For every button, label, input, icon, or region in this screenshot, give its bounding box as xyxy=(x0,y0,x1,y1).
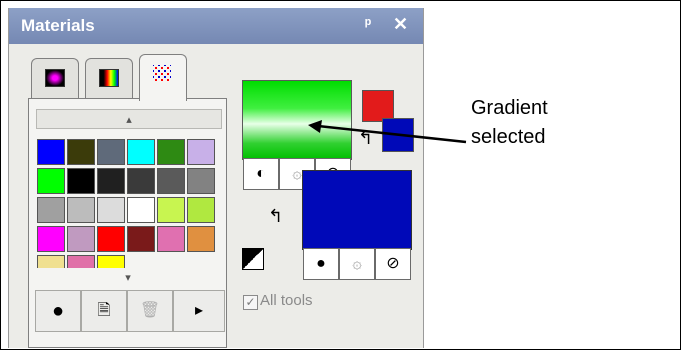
annotation-line-1: Gradient xyxy=(471,97,548,119)
trash-icon: 🗑 xyxy=(139,302,161,319)
bg-transparent-button[interactable]: ⊘ xyxy=(375,248,411,280)
color-swatch[interactable] xyxy=(187,197,215,223)
reset-colors-icon[interactable] xyxy=(242,248,264,270)
panel-titlebar: Materials ᵖ ✕ xyxy=(9,8,423,44)
all-tools-checkbox[interactable]: ✓ xyxy=(243,295,258,310)
close-icon[interactable]: ✕ xyxy=(393,14,408,35)
tab-swatches[interactable] xyxy=(139,54,187,101)
scroll-up-button[interactable]: ▴ xyxy=(36,109,222,129)
color-square-icon xyxy=(45,69,65,87)
fill-circle-icon: ● xyxy=(316,255,326,272)
style-button[interactable]: ◐ xyxy=(243,158,279,190)
document-icon: 🗎 xyxy=(97,302,111,319)
swap-icon[interactable]: ↰ xyxy=(268,206,283,227)
none-icon: ⊘ xyxy=(386,255,400,272)
color-swatch[interactable] xyxy=(37,139,65,165)
color-swatch[interactable] xyxy=(37,226,65,252)
fill-circle-icon: ● xyxy=(51,300,65,322)
color-swatch[interactable] xyxy=(157,197,185,223)
annotation-line-2: selected xyxy=(471,126,546,148)
gradient-icon xyxy=(99,69,119,87)
swatches-grid-icon xyxy=(153,65,171,81)
color-swatch[interactable] xyxy=(67,139,95,165)
color-swatch[interactable] xyxy=(97,168,125,194)
play-arrow-icon: ▸ xyxy=(194,302,204,319)
tab-color[interactable] xyxy=(31,58,79,99)
color-swatch[interactable] xyxy=(187,226,215,252)
texture-icon: ۞ xyxy=(292,165,302,182)
color-swatch[interactable] xyxy=(67,226,95,252)
color-swatch[interactable] xyxy=(67,168,95,194)
color-swatch[interactable] xyxy=(127,139,155,165)
pin-icon[interactable]: ᵖ xyxy=(365,16,371,34)
color-swatch[interactable] xyxy=(127,197,155,223)
color-swatch[interactable] xyxy=(67,197,95,223)
fill-style-button[interactable]: ● xyxy=(35,290,81,332)
color-swatch[interactable] xyxy=(127,168,155,194)
color-swatch[interactable] xyxy=(187,139,215,165)
annotation-text: Gradient selected xyxy=(471,94,548,152)
background-property-swatch[interactable] xyxy=(302,170,412,250)
bg-style-button[interactable]: ● xyxy=(303,248,339,280)
color-swatch[interactable] xyxy=(97,139,125,165)
color-swatch[interactable] xyxy=(157,168,185,194)
new-swatch-button[interactable]: 🗎 xyxy=(81,290,127,332)
color-swatch[interactable] xyxy=(97,226,125,252)
delete-swatch-button[interactable]: 🗑 xyxy=(127,290,173,332)
color-swatch[interactable] xyxy=(157,226,185,252)
panel-title: Materials xyxy=(21,16,95,35)
color-swatch[interactable] xyxy=(187,168,215,194)
half-circle-icon: ◐ xyxy=(256,165,266,182)
scroll-down-button[interactable]: ▾ xyxy=(35,268,221,284)
more-options-button[interactable]: ▸ xyxy=(173,290,225,332)
texture-icon: ۞ xyxy=(352,255,362,272)
tab-gradient[interactable] xyxy=(85,58,133,99)
color-swatch[interactable] xyxy=(127,226,155,252)
color-swatch[interactable] xyxy=(97,197,125,223)
bg-texture-button[interactable]: ۞ xyxy=(339,248,375,280)
color-swatch[interactable] xyxy=(157,139,185,165)
color-swatch[interactable] xyxy=(37,197,65,223)
all-tools-label: All tools xyxy=(260,292,313,309)
annotation-arrow xyxy=(308,120,467,144)
color-swatch[interactable] xyxy=(37,168,65,194)
